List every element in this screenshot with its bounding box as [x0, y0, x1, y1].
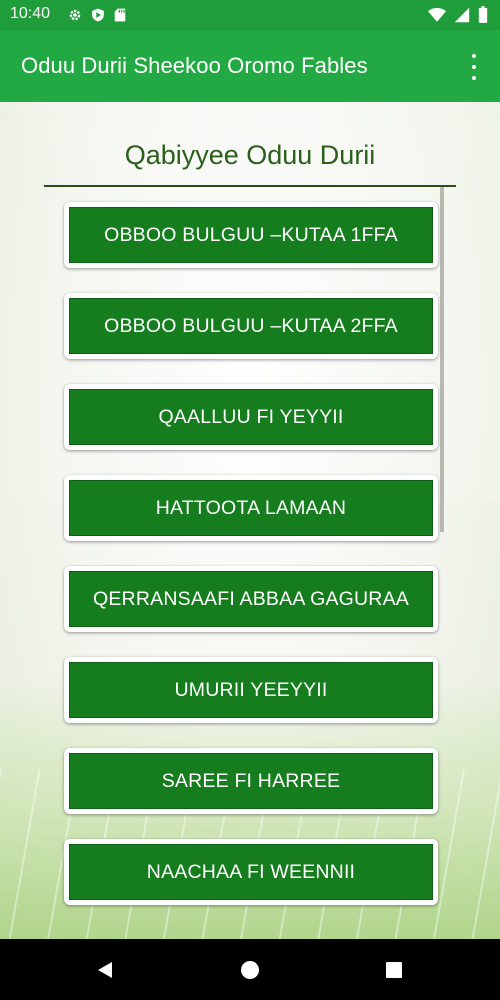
overflow-dot	[472, 65, 476, 69]
navigation-bar	[0, 939, 500, 1000]
story-button[interactable]: OBBOO BULGUU –KUTAA 1FFA	[64, 202, 438, 268]
story-button[interactable]: HATTOOTA LAMAAN	[64, 475, 438, 541]
story-button-label: OBBOO BULGUU –KUTAA 1FFA	[69, 207, 433, 263]
story-button-label: HATTOOTA LAMAAN	[69, 480, 433, 536]
gear-icon	[68, 7, 82, 26]
status-left-icons	[68, 7, 126, 26]
recents-icon[interactable]	[364, 939, 424, 1000]
story-button-label: QAALLUU FI YEYYII	[69, 389, 433, 445]
home-icon[interactable]	[220, 939, 280, 1000]
story-button-label: UMURII YEEYYII	[69, 662, 433, 718]
battery-icon	[478, 6, 488, 27]
scrollbar[interactable]	[440, 187, 444, 532]
story-button-label: SAREE FI HARREE	[69, 753, 433, 809]
overflow-dot	[472, 54, 476, 58]
status-bar: 10:40	[0, 0, 500, 30]
story-button[interactable]: NAACHAA FI WEENNII	[64, 839, 438, 905]
story-button[interactable]: UMURII YEEYYII	[64, 657, 438, 723]
more-vert-icon[interactable]	[464, 54, 484, 80]
story-button-label: QERRANSAAFI ABBAA GAGURAA	[69, 571, 433, 627]
story-list-screen: Qabiyyee Oduu Durii OBBOO BULGUU –KUTAA …	[0, 102, 500, 939]
status-time: 10:40	[10, 5, 51, 22]
app-bar: Oduu Durii Sheekoo Oromo Fables	[0, 30, 500, 102]
story-button-label: OBBOO BULGUU –KUTAA 2FFA	[69, 298, 433, 354]
section-title: Qabiyyee Oduu Durii	[124, 140, 376, 170]
story-button[interactable]: OBBOO BULGUU –KUTAA 2FFA	[64, 293, 438, 359]
story-button[interactable]: QERRANSAAFI ABBAA GAGURAA	[64, 566, 438, 632]
story-button[interactable]: SAREE FI HARREE	[64, 748, 438, 814]
wifi-icon	[428, 7, 446, 27]
story-button-label: NAACHAA FI WEENNII	[69, 844, 433, 900]
overflow-dot	[472, 76, 476, 80]
story-button[interactable]: QAALLUU FI YEYYII	[64, 384, 438, 450]
sd-card-icon	[114, 7, 126, 26]
signal-icon	[454, 7, 470, 27]
app-title: Oduu Durii Sheekoo Oromo Fables	[21, 53, 368, 78]
play-protect-icon	[91, 7, 105, 26]
title-divider	[44, 185, 456, 187]
back-icon[interactable]	[75, 939, 135, 1000]
status-right-icons	[428, 6, 488, 27]
